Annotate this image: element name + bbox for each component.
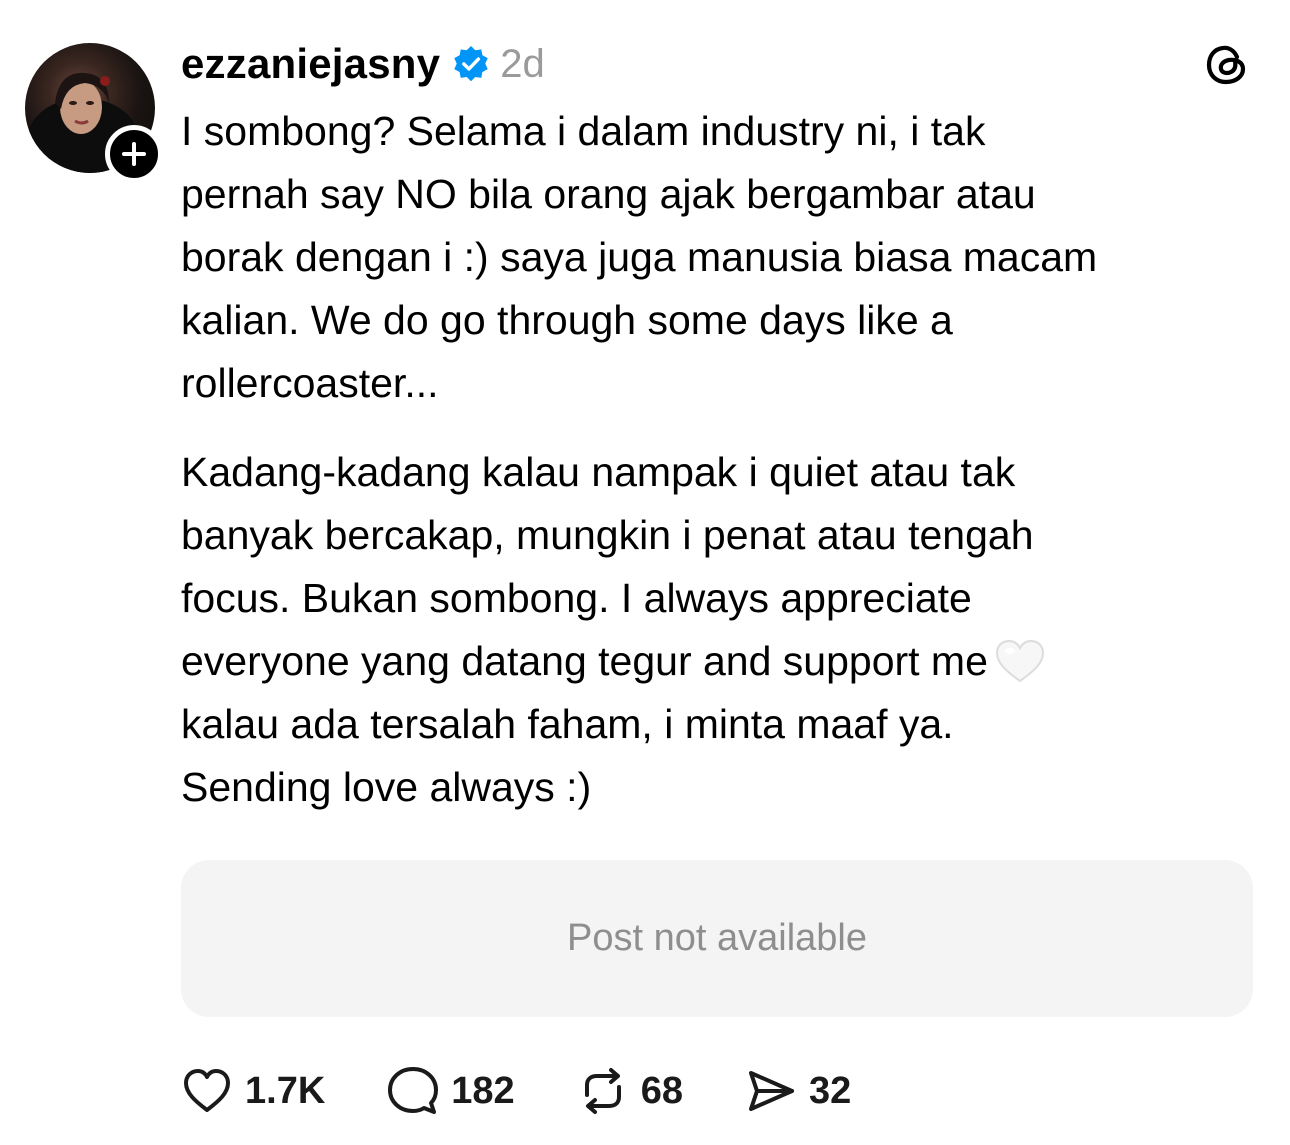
author-avatar-container[interactable] — [25, 43, 163, 183]
text-line: focus. Bukan sombong. I always appreciat… — [181, 575, 972, 621]
comment-icon — [388, 1067, 439, 1114]
text-line: kalau ada tersalah faham, i minta maaf y… — [181, 701, 954, 747]
follow-button[interactable] — [105, 125, 163, 183]
like-count: 1.7K — [245, 1069, 326, 1112]
white-heart-emoji-icon — [995, 639, 1044, 683]
post-timestamp: 2d — [500, 41, 545, 86]
threads-logo-icon[interactable] — [1203, 40, 1251, 88]
text-line: pernah say NO bila orang ajak bergambar … — [181, 171, 1036, 217]
text-line: borak dengan i :) saya juga manusia bias… — [181, 234, 1098, 280]
reply-count: 182 — [451, 1069, 515, 1112]
thread-post: ezzaniejasny 2d I sombong? Selama i dala… — [0, 0, 1290, 1145]
text-line: Kadang-kadang kalau nampak i quiet atau … — [181, 449, 1016, 495]
send-icon — [748, 1071, 794, 1111]
repost-icon — [584, 1068, 621, 1114]
repost-button[interactable]: 68 — [577, 1065, 683, 1117]
post-paragraph: I sombong? Selama i dalam industry ni, i… — [181, 100, 1261, 415]
text-line: I sombong? Selama i dalam industry ni, i… — [181, 108, 986, 154]
plus-icon — [122, 142, 146, 166]
text-line: everyone yang datang tegur and support m… — [181, 638, 988, 684]
unavailable-embed-card[interactable]: Post not available — [181, 860, 1253, 1017]
heart-icon — [184, 1069, 230, 1112]
text-line: banyak bercakap, mungkin i penat atau te… — [181, 512, 1034, 558]
text-line: Sending love always :) — [181, 764, 592, 810]
action-bar: 1.7K 182 68 32 — [181, 1060, 913, 1122]
share-button[interactable]: 32 — [745, 1065, 851, 1117]
username[interactable]: ezzaniejasny — [181, 40, 440, 88]
like-button[interactable]: 1.7K — [181, 1065, 325, 1117]
post-header: ezzaniejasny 2d — [181, 36, 545, 92]
post-body: I sombong? Selama i dalam industry ni, i… — [181, 100, 1261, 819]
text-line: kalian. We do go through some days like … — [181, 297, 953, 343]
text-line: rollercoaster... — [181, 360, 439, 406]
repost-count: 68 — [640, 1069, 683, 1112]
post-paragraph: Kadang-kadang kalau nampak i quiet atau … — [181, 441, 1261, 819]
text-line-with-emoji: everyone yang datang tegur and support m… — [181, 630, 1261, 693]
share-count: 32 — [808, 1069, 852, 1112]
embed-status-text: Post not available — [567, 917, 867, 959]
verified-badge-icon — [454, 45, 488, 82]
reply-button[interactable]: 182 — [387, 1065, 515, 1117]
